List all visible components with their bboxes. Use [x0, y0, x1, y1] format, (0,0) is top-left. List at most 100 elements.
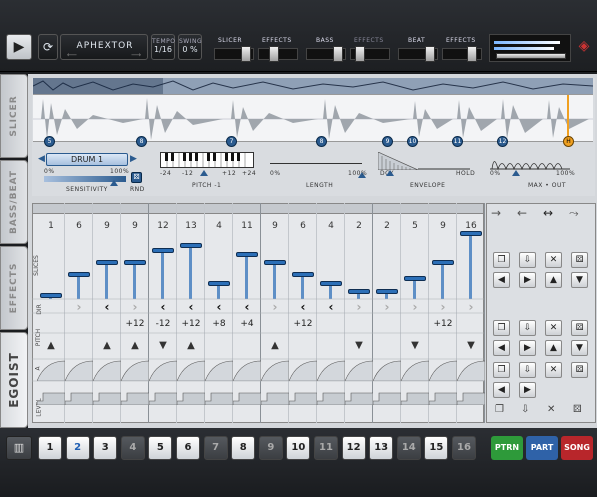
- slice-marker[interactable]: 10: [407, 136, 418, 147]
- pattern-button-7[interactable]: 7: [203, 436, 228, 460]
- pattern-button-4[interactable]: 4: [120, 436, 145, 460]
- shift-left-button[interactable]: ◀: [493, 272, 510, 288]
- slice-marker[interactable]: 7: [226, 136, 237, 147]
- bass-volume-fader[interactable]: [306, 46, 346, 62]
- fader-knob[interactable]: [467, 46, 477, 62]
- sensitivity-slider-thumb[interactable]: [110, 180, 118, 186]
- slice-marker[interactable]: 9: [382, 136, 393, 147]
- tempo-display[interactable]: TEMPO 1/16: [151, 34, 175, 60]
- drum-next-arrow[interactable]: ▶: [130, 154, 137, 164]
- shift-right-button[interactable]: ▶: [519, 272, 536, 288]
- slice-marker[interactable]: 8: [136, 136, 147, 147]
- pattern-button-13[interactable]: 13: [369, 436, 394, 460]
- bass-effects-fader[interactable]: [350, 46, 390, 62]
- slice-marker[interactable]: 12: [497, 136, 508, 147]
- tab-slicer[interactable]: SLICER: [0, 74, 28, 158]
- waveform-display[interactable]: [33, 94, 593, 143]
- pattern-button-10[interactable]: 10: [286, 436, 311, 460]
- pattern-button-3[interactable]: 3: [93, 436, 118, 460]
- fader-knob[interactable]: [269, 46, 279, 62]
- shift-down-button[interactable]: ▼: [571, 272, 588, 288]
- randomize-button[interactable]: ⚄: [571, 320, 588, 336]
- shift-up-button[interactable]: ▲: [545, 340, 562, 356]
- menu-icon[interactable]: ◈: [576, 38, 592, 58]
- loop-button[interactable]: ⟳: [38, 34, 58, 60]
- pattern-button-16[interactable]: 16: [452, 436, 476, 460]
- beat-effects-fader[interactable]: [442, 46, 482, 62]
- pattern-button-14[interactable]: 14: [396, 436, 421, 460]
- direction-random-icon[interactable]: ⤳: [569, 206, 579, 221]
- paste-button[interactable]: ⇩: [519, 320, 536, 336]
- slice-marker[interactable]: 11: [452, 136, 463, 147]
- slicer-section-label[interactable]: SLICER: [218, 37, 242, 44]
- randomize-icon[interactable]: ⚄: [573, 404, 582, 415]
- slice-marker-selected[interactable]: H: [563, 136, 574, 147]
- sensitivity-slider[interactable]: [44, 176, 126, 186]
- rnd-button[interactable]: ⚄: [131, 172, 142, 183]
- fader-knob[interactable]: [241, 46, 251, 62]
- clear-button[interactable]: ✕: [545, 252, 562, 268]
- direction-pingpong-icon[interactable]: ↔: [543, 206, 553, 220]
- slicer-volume-fader[interactable]: [214, 46, 254, 62]
- pattern-button-6[interactable]: 6: [176, 436, 200, 460]
- tab-egoist[interactable]: EGOIST: [0, 332, 28, 428]
- pattern-button-9[interactable]: 9: [258, 436, 283, 460]
- copy-button[interactable]: ❐: [493, 362, 510, 378]
- pitch-keyboard[interactable]: [160, 152, 254, 168]
- clear-icon[interactable]: ✕: [547, 404, 555, 415]
- pattern-button-5[interactable]: 5: [148, 436, 173, 460]
- clear-button[interactable]: ✕: [545, 362, 562, 378]
- swing-display[interactable]: SWING 0 %: [178, 34, 202, 60]
- beat-volume-fader[interactable]: [398, 46, 438, 62]
- maxout-thumb[interactable]: [512, 170, 520, 176]
- direction-forward-icon[interactable]: →: [491, 206, 501, 220]
- song-mode-button[interactable]: SONG: [561, 436, 593, 460]
- slice-marker[interactable]: 8: [316, 136, 327, 147]
- randomize-button[interactable]: ⚄: [571, 362, 588, 378]
- pattern-button-15[interactable]: 15: [424, 436, 449, 460]
- slicer-effects-fader[interactable]: [258, 46, 298, 62]
- play-button[interactable]: ▶: [6, 34, 32, 60]
- song-display[interactable]: APHEXTOR ⟵ ⟶: [60, 34, 148, 60]
- bass-effects-label[interactable]: EFFECTS: [354, 37, 384, 44]
- shift-down-button[interactable]: ▼: [571, 340, 588, 356]
- fader-knob[interactable]: [355, 46, 365, 62]
- pattern-button-2[interactable]: 2: [65, 436, 90, 460]
- copy-button[interactable]: ❐: [493, 320, 510, 336]
- envelope-thumb[interactable]: [386, 170, 394, 176]
- shift-right-button[interactable]: ▶: [519, 382, 536, 398]
- randomize-button[interactable]: ⚄: [571, 252, 588, 268]
- drum-select[interactable]: DRUM 1: [46, 153, 128, 166]
- paste-icon[interactable]: ⇩: [521, 404, 529, 415]
- paste-button[interactable]: ⇩: [519, 362, 536, 378]
- maxout-graph[interactable]: [490, 152, 570, 171]
- clear-button[interactable]: ✕: [545, 320, 562, 336]
- pattern-button-11[interactable]: 11: [314, 436, 338, 460]
- shift-up-button[interactable]: ▲: [545, 272, 562, 288]
- paste-button[interactable]: ⇩: [519, 252, 536, 268]
- direction-reverse-icon[interactable]: ←: [517, 206, 527, 220]
- shift-left-button[interactable]: ◀: [493, 382, 510, 398]
- slicer-effects-label[interactable]: EFFECTS: [262, 37, 292, 44]
- envelope-graph[interactable]: [377, 151, 470, 171]
- length-slider[interactable]: [270, 158, 366, 178]
- master-fader-knob[interactable]: [496, 53, 566, 59]
- bass-section-label[interactable]: BASS: [316, 37, 334, 44]
- tab-effects[interactable]: EFFECTS: [0, 246, 28, 330]
- shift-left-button[interactable]: ◀: [493, 340, 510, 356]
- pattern-button-12[interactable]: 12: [341, 436, 366, 460]
- beat-effects-label[interactable]: EFFECTS: [446, 37, 476, 44]
- pitch-slider-thumb[interactable]: [200, 170, 208, 176]
- beat-section-label[interactable]: BEAT: [408, 37, 425, 44]
- tab-bass-beat[interactable]: BASS/BEAT: [0, 160, 28, 244]
- keyboard-button[interactable]: ▥: [6, 436, 32, 460]
- part-mode-button[interactable]: PART: [526, 436, 558, 460]
- copy-icon[interactable]: ❐: [495, 404, 504, 415]
- fader-knob[interactable]: [333, 46, 343, 62]
- ptrn-mode-button[interactable]: PTRN: [491, 436, 523, 460]
- copy-button[interactable]: ❐: [493, 252, 510, 268]
- drum-prev-arrow[interactable]: ◀: [38, 154, 45, 164]
- pattern-button-1[interactable]: 1: [38, 436, 62, 460]
- slice-marker[interactable]: 5: [44, 136, 55, 147]
- pattern-button-8[interactable]: 8: [231, 436, 256, 460]
